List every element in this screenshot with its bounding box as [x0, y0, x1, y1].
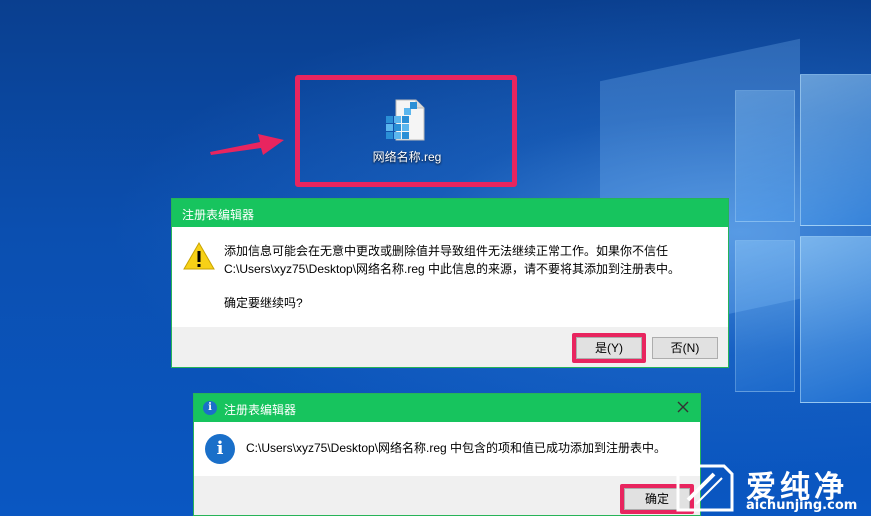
success-message: C:\Users\xyz75\Desktop\网络名称.reg 中包含的项和值已…	[246, 441, 667, 455]
windows-logo-pane	[800, 74, 871, 226]
warning-dialog: 注册表编辑器 添加信息可能会在无意中更改或删除值并导致组件无法继续正常工作。如果…	[171, 198, 729, 368]
windows-logo-pane	[735, 90, 795, 222]
yes-button[interactable]: 是(Y)	[576, 337, 642, 359]
watermark-url: aichunjing.com	[746, 498, 858, 513]
success-dialog-title: 注册表编辑器	[224, 403, 297, 417]
warning-dialog-title: 注册表编辑器	[182, 208, 255, 222]
logo-icon	[676, 464, 734, 512]
warning-question: 确定要继续吗?	[224, 296, 303, 310]
windows-logo-pane	[800, 236, 871, 403]
registry-file-icon[interactable]	[382, 98, 426, 142]
watermark: 爱纯净 aichunjing.com	[672, 460, 871, 516]
arrow-icon	[210, 134, 284, 155]
info-small-icon: i	[203, 401, 217, 415]
success-dialog-titlebar[interactable]: i 注册表编辑器	[194, 394, 700, 422]
success-dialog: i 注册表编辑器 i C:\Users\xyz75\Desktop\网络名称.r…	[193, 393, 701, 516]
close-icon[interactable]	[674, 398, 692, 416]
warning-icon	[183, 241, 215, 270]
no-button[interactable]: 否(N)	[652, 337, 718, 359]
file-icon-label[interactable]: 网络名称.reg	[362, 148, 452, 165]
warning-dialog-titlebar[interactable]: 注册表编辑器	[172, 199, 728, 227]
warning-message-line1: 添加信息可能会在无意中更改或删除值并导致组件无法继续正常工作。如果你不信任	[224, 244, 669, 258]
warning-message-line2: C:\Users\xyz75\Desktop\网络名称.reg 中此信息的来源，…	[224, 262, 681, 276]
info-icon: i	[205, 434, 235, 464]
windows-logo-pane	[735, 240, 795, 392]
